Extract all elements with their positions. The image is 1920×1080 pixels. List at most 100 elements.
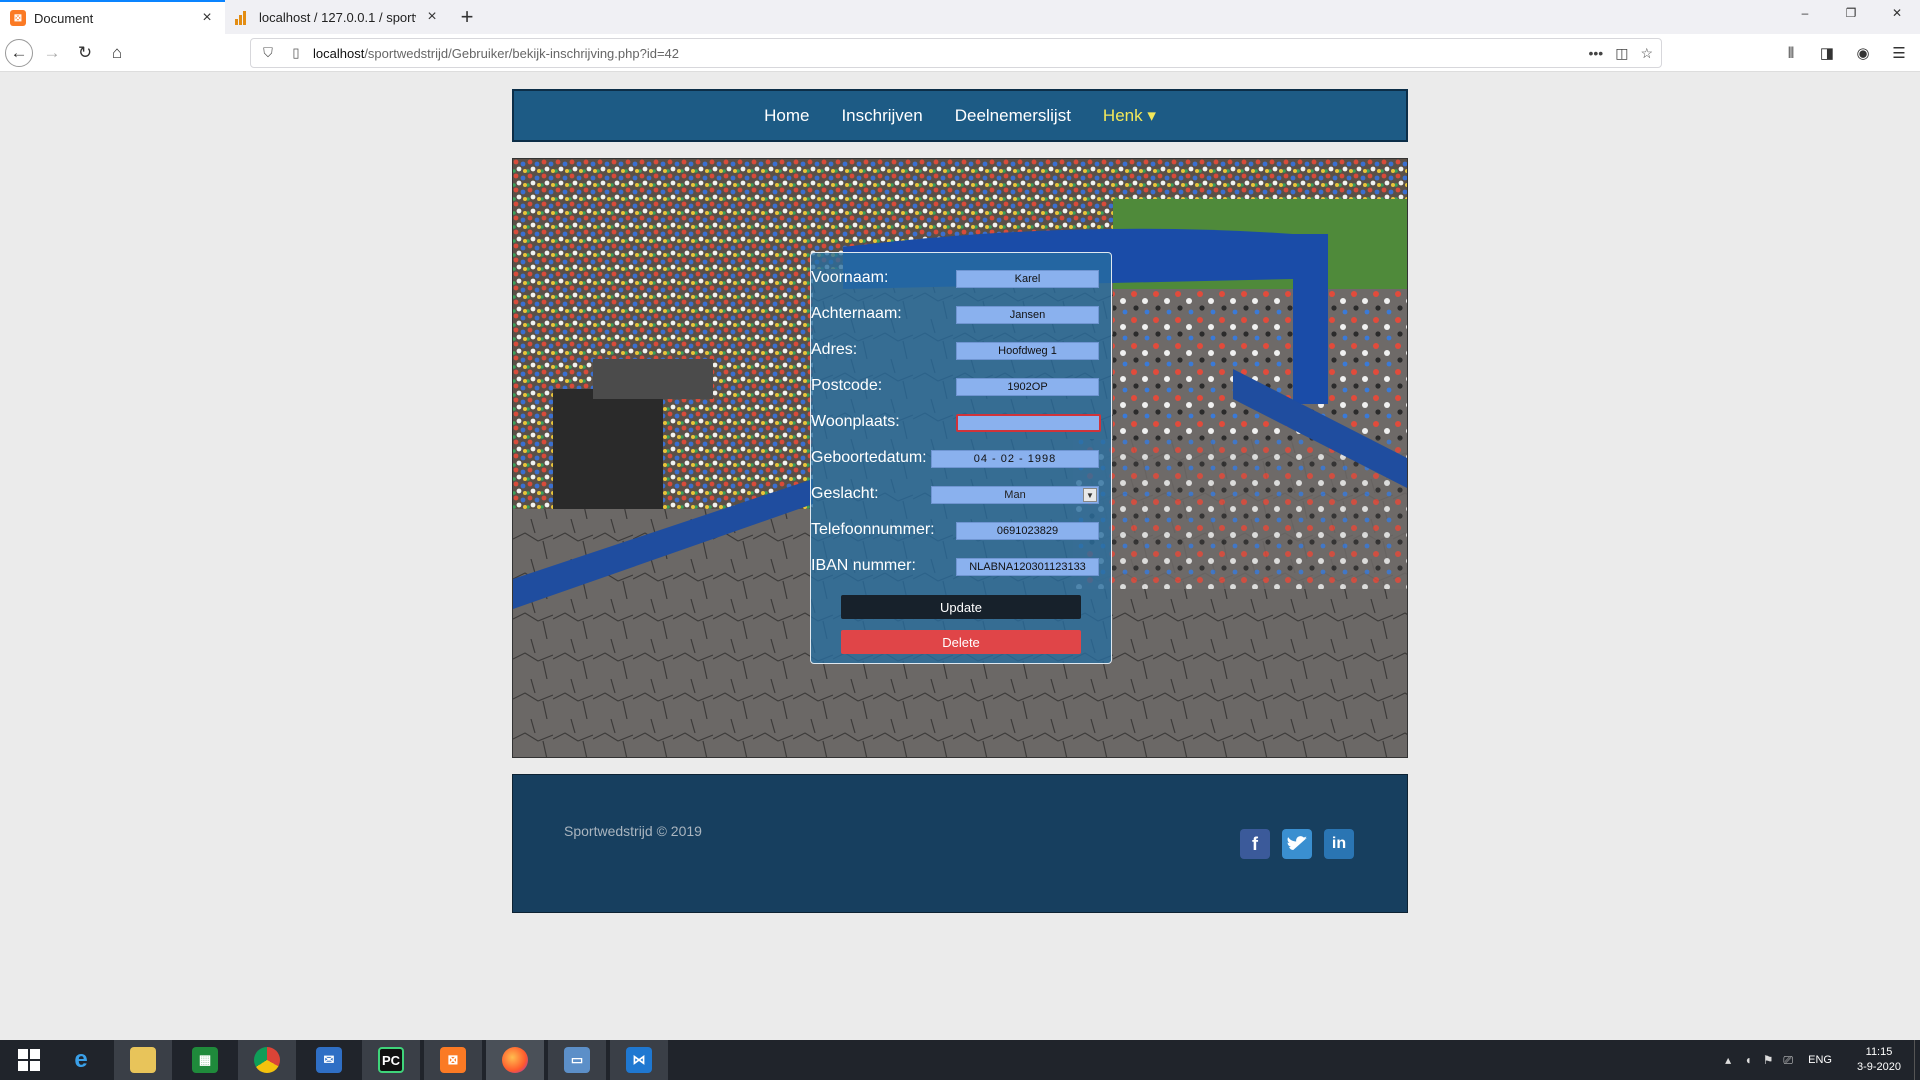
browser-tab-strip: ⊠ Document × localhost / 127.0.0.1 / spo…: [0, 0, 1920, 34]
input-postcode[interactable]: 1902OP: [956, 378, 1099, 396]
menu-icon[interactable]: ☰: [1888, 39, 1910, 67]
xampp-taskbar-icon[interactable]: ⊠: [424, 1040, 482, 1080]
vscode-icon[interactable]: ⋈: [610, 1040, 668, 1080]
select-geslacht-value: Man: [1004, 489, 1026, 501]
twitter-icon[interactable]: [1282, 829, 1312, 859]
clock[interactable]: 11:15 3-9-2020: [1844, 1045, 1914, 1075]
footer-copyright: Sportwedstrijd © 2019: [564, 823, 702, 839]
internet-explorer-icon[interactable]: e: [52, 1040, 110, 1080]
browser-tab-document[interactable]: ⊠ Document ×: [0, 0, 225, 34]
clock-date: 3-9-2020: [1856, 1061, 1902, 1073]
page-info-icon[interactable]: ▯: [285, 45, 307, 61]
label-achternaam: Achternaam:: [811, 305, 902, 322]
sidebar-icon[interactable]: ◨: [1816, 39, 1838, 67]
field-row-postcode: Postcode: 1902OP: [811, 375, 1111, 399]
windows-logo-shape: [18, 1049, 40, 1071]
input-achternaam[interactable]: Jansen: [956, 306, 1099, 324]
new-tab-button[interactable]: +: [450, 0, 484, 34]
url-text[interactable]: localhost/sportwedstrijd/Gebruiker/bekij…: [313, 46, 679, 61]
home-icon[interactable]: ⌂: [103, 39, 131, 67]
field-row-geslacht: Geslacht: Man ▼: [811, 483, 1111, 507]
close-tab-icon[interactable]: ×: [424, 8, 440, 26]
tab-label: localhost / 127.0.0.1 / sportwed: [259, 9, 416, 25]
network-icon[interactable]: ⎚: [1778, 1053, 1798, 1068]
user-name: Henk: [1102, 105, 1143, 125]
flag-icon[interactable]: ⚑: [1758, 1053, 1778, 1067]
show-desktop-button[interactable]: [1914, 1040, 1920, 1080]
label-geboortedatum: Geboortedatum:: [811, 449, 927, 466]
page-actions-icon[interactable]: •••: [1588, 45, 1603, 61]
label-adres: Adres:: [811, 341, 858, 358]
xampp-icon: ⊠: [10, 10, 26, 26]
tab-label: Document: [34, 10, 94, 26]
input-iban[interactable]: NLABNA120301123133: [956, 558, 1099, 576]
browser-toolbar: ← → ↻ ⌂ ⛉ ▯ localhost/sportwedstrijd/Geb…: [0, 34, 1920, 72]
site-footer: Sportwedstrijd © 2019 f in: [512, 774, 1408, 913]
facebook-icon[interactable]: f: [1240, 829, 1270, 859]
site-navigation: Home Inschrijven Deelnemerslijst Henk ▾: [512, 89, 1408, 142]
field-row-voornaam: Voornaam: Karel: [811, 267, 1111, 291]
system-tray: ▴ ◖ ⚑ ⎚ ENG 11:15 3-9-2020: [1718, 1040, 1920, 1080]
linkedin-icon[interactable]: in: [1324, 829, 1354, 859]
window-controls: – ❐ ✕: [1782, 0, 1920, 26]
field-row-geboortedatum: Geboortedatum: 04 - 02 - 1998: [811, 447, 1111, 471]
restore-button[interactable]: ❐: [1828, 0, 1874, 26]
remote-desktop-icon[interactable]: ▭: [548, 1040, 606, 1080]
delete-button[interactable]: Delete: [841, 630, 1081, 654]
address-bar[interactable]: ⛉ ▯ localhost/sportwedstrijd/Gebruiker/b…: [250, 38, 1662, 68]
windows-taskbar: e ▦ ✉ PC ⊠ ▭ ⋈ ▴ ◖ ⚑ ⎚ ENG 11:15 3-9-202…: [0, 1040, 1920, 1080]
select-geslacht[interactable]: Man ▼: [931, 486, 1099, 504]
field-row-telefoonnummer: Telefoonnummer: 0691023829: [811, 519, 1111, 543]
shield-icon[interactable]: ⛉: [257, 45, 279, 61]
nav-home[interactable]: Home: [764, 106, 809, 126]
account-icon[interactable]: ◉: [1852, 39, 1874, 67]
phpmyadmin-icon: [235, 9, 251, 25]
input-adres[interactable]: Hoofdweg 1: [956, 342, 1099, 360]
field-row-adres: Adres: Hoofdweg 1: [811, 339, 1111, 363]
windows-start-icon[interactable]: [0, 1040, 58, 1080]
close-window-button[interactable]: ✕: [1874, 0, 1920, 26]
file-explorer-icon[interactable]: [114, 1040, 172, 1080]
bookmark-star-icon[interactable]: ☆: [1640, 45, 1653, 62]
nav-user-menu[interactable]: Henk ▾: [1103, 106, 1156, 126]
label-voornaam: Voornaam:: [811, 269, 889, 286]
input-voornaam[interactable]: Karel: [956, 270, 1099, 288]
field-row-achternaam: Achternaam: Jansen: [811, 303, 1111, 327]
library-icon[interactable]: ⫴: [1780, 39, 1802, 67]
label-iban: IBAN nummer:: [811, 557, 916, 574]
store-icon[interactable]: ▦: [176, 1040, 234, 1080]
chrome-icon[interactable]: [238, 1040, 296, 1080]
caret-down-icon: ▾: [1147, 105, 1156, 125]
address-bar-actions: ••• ◫ ☆: [1588, 39, 1653, 67]
nav-deelnemerslijst[interactable]: Deelnemerslijst: [955, 106, 1071, 126]
pocket-icon[interactable]: ◫: [1615, 45, 1628, 62]
registration-form: Voornaam: Karel Achternaam: Jansen Adres…: [810, 252, 1112, 664]
field-row-woonplaats: Woonplaats:: [811, 411, 1111, 435]
label-woonplaats: Woonplaats:: [811, 413, 900, 430]
field-row-iban: IBAN nummer: NLABNA120301123133: [811, 555, 1111, 579]
volume-icon[interactable]: ◖: [1738, 1053, 1758, 1067]
clock-time: 11:15: [1865, 1046, 1893, 1058]
input-woonplaats[interactable]: [956, 414, 1101, 432]
firefox-icon[interactable]: [486, 1040, 544, 1080]
close-tab-icon[interactable]: ×: [199, 9, 215, 27]
language-indicator[interactable]: ENG: [1808, 1054, 1832, 1066]
reload-icon[interactable]: ↻: [71, 39, 99, 67]
label-geslacht: Geslacht:: [811, 485, 879, 502]
pycharm-icon[interactable]: PC: [362, 1040, 420, 1080]
chevron-down-icon[interactable]: ▼: [1083, 488, 1097, 502]
twitter-bird-shape: [1287, 836, 1307, 850]
input-telefoonnummer[interactable]: 0691023829: [956, 522, 1099, 540]
forward-arrow-icon[interactable]: →: [38, 39, 66, 67]
hero-section: Voornaam: Karel Achternaam: Jansen Adres…: [512, 158, 1408, 758]
chevron-up-icon[interactable]: ▴: [1718, 1053, 1738, 1067]
browser-tab-phpmyadmin[interactable]: localhost / 127.0.0.1 / sportwed ×: [225, 0, 450, 34]
label-postcode: Postcode:: [811, 377, 883, 394]
toolbar-right: ⫴ ◨ ◉ ☰: [1780, 39, 1910, 67]
back-arrow-icon[interactable]: ←: [5, 39, 33, 67]
update-button[interactable]: Update: [841, 595, 1081, 619]
mail-icon[interactable]: ✉: [300, 1040, 358, 1080]
minimize-button[interactable]: –: [1782, 0, 1828, 26]
input-geboortedatum[interactable]: 04 - 02 - 1998: [931, 450, 1099, 468]
nav-inschrijven[interactable]: Inschrijven: [841, 106, 922, 126]
